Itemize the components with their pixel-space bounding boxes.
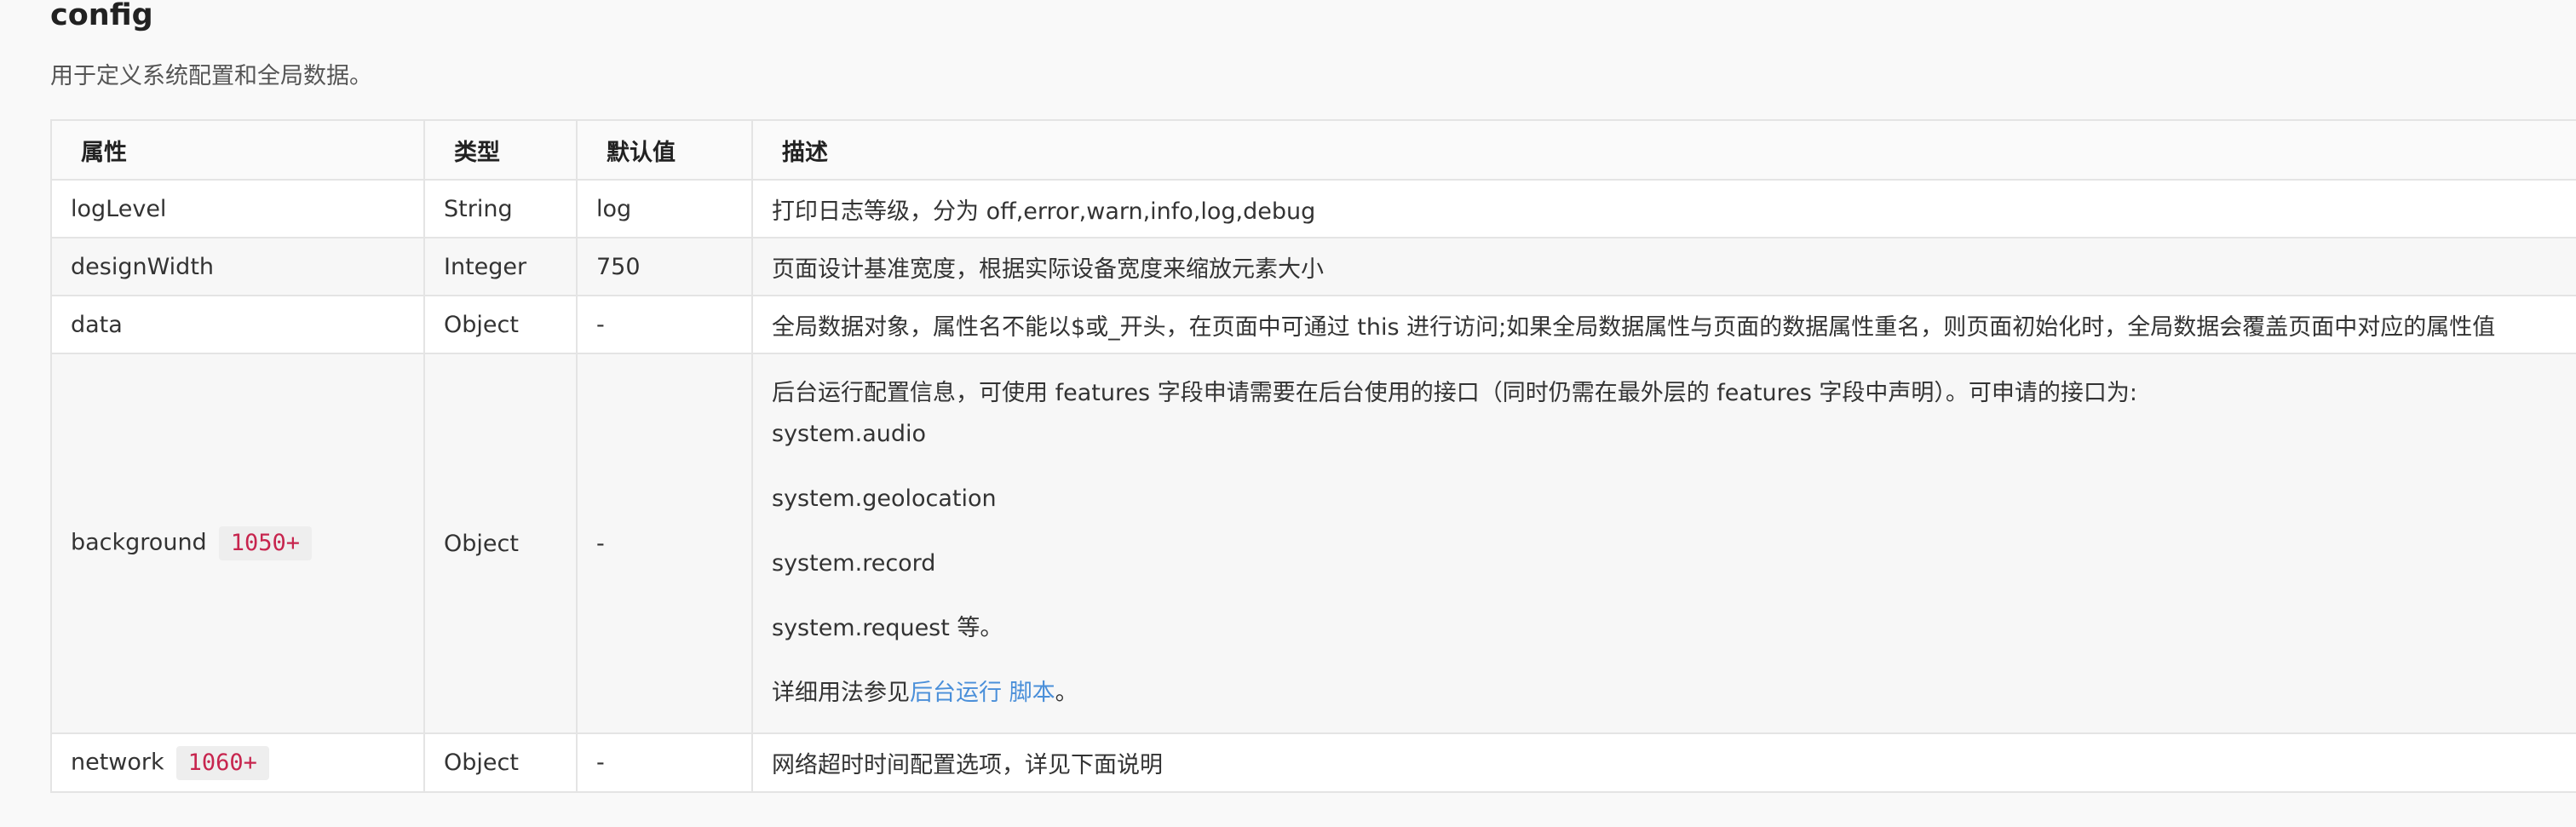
api-item: system.audio (772, 421, 927, 447)
table-row: network 1060+ Object - 网络超时时间配置选项，详见下面说明 (50, 732, 2576, 793)
cell-attribute: network 1060+ (50, 732, 425, 793)
cell-description: 全局数据对象，属性名不能以$或_开头，在页面中可通过 this 进行访问;如果全… (751, 295, 2576, 354)
cell-attribute: data (50, 295, 425, 354)
attribute-name: background (71, 529, 207, 556)
cell-type: Object (423, 295, 578, 354)
table-row: data Object - 全局数据对象，属性名不能以$或_开头，在页面中可通过… (50, 295, 2576, 354)
usage-note-prefix: 详细用法参见 (772, 680, 910, 706)
config-properties-table: 属性 类型 默认值 描述 logLevel String log 打印日志等级，… (50, 119, 2576, 793)
version-badge: 1060+ (175, 745, 269, 780)
doc-page: config 用于定义系统配置和全局数据。 属性 类型 默认值 描述 logLe… (0, 0, 2576, 827)
cell-description: 打印日志等级，分为 off,error,warn,info,log,debug (751, 179, 2576, 238)
api-item: system.record (772, 550, 936, 577)
section-title: config (50, 0, 153, 32)
cell-default: - (576, 353, 753, 734)
cell-type: Object (423, 732, 578, 793)
attribute-name: network (71, 749, 164, 775)
api-item: system.request 等。 (772, 615, 1003, 641)
usage-note: 详细用法参见后台运行 脚本。 (772, 678, 2557, 709)
table-row: designWidth Integer 750 页面设计基准宽度，根据实际设备宽… (50, 237, 2576, 296)
section-intro: 用于定义系统配置和全局数据。 (50, 63, 372, 89)
description-block: 后台运行配置信息，可使用 features 字段申请需要在后台使用的接口（同时仍… (772, 378, 2557, 709)
cell-default: - (576, 295, 753, 354)
header-attribute: 属性 (50, 119, 425, 181)
cell-type: Integer (423, 237, 578, 296)
cell-description: 网络超时时间配置选项，详见下面说明 (751, 732, 2576, 793)
cell-description: 页面设计基准宽度，根据实际设备宽度来缩放元素大小 (751, 237, 2576, 296)
cell-default: - (576, 732, 753, 793)
description-intro: 后台运行配置信息，可使用 features 字段申请需要在后台使用的接口（同时仍… (772, 380, 2138, 406)
version-badge: 1050+ (218, 526, 312, 560)
cell-default: log (576, 179, 753, 238)
cell-default: 750 (576, 237, 753, 296)
cell-attribute: background 1050+ (50, 353, 425, 734)
table-row: background 1050+ Object - 后台运行配置信息，可使用 fe… (50, 353, 2576, 734)
usage-note-suffix: 。 (1055, 680, 1078, 706)
header-type: 类型 (423, 119, 578, 181)
background-script-link[interactable]: 后台运行 脚本 (910, 680, 1055, 706)
api-item: system.geolocation (772, 485, 997, 512)
cell-attribute: designWidth (50, 237, 425, 296)
table-header-row: 属性 类型 默认值 描述 (50, 119, 2576, 181)
cell-description: 后台运行配置信息，可使用 features 字段申请需要在后台使用的接口（同时仍… (751, 353, 2576, 734)
cell-type: Object (423, 353, 578, 734)
cell-attribute: logLevel (50, 179, 425, 238)
cell-type: String (423, 179, 578, 238)
table-row: logLevel String log 打印日志等级，分为 off,error,… (50, 179, 2576, 238)
header-default: 默认值 (576, 119, 753, 181)
header-description: 描述 (751, 119, 2576, 181)
